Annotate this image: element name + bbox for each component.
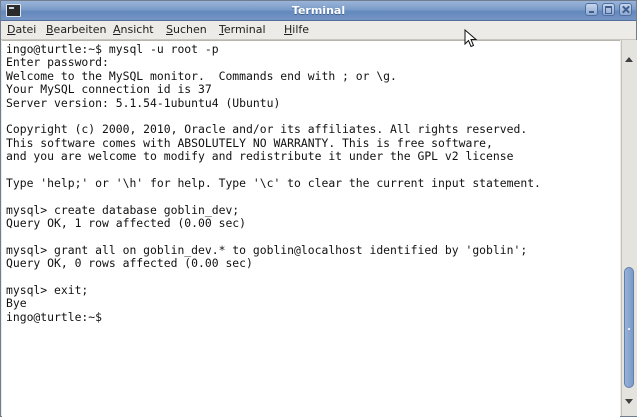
terminal-line: Welcome to the MySQL monitor. Commands e… (6, 68, 397, 83)
minimize-icon[interactable] (585, 3, 598, 16)
terminal-line: ingo@turtle:~$ (6, 309, 103, 324)
terminal-text: ingo@turtle:~$ mysql -u root -p Enter pas… (6, 42, 541, 324)
terminal-line: and you are welcome to modify and redist… (6, 149, 514, 164)
terminal-window: Terminal Datei Bearbeiten Ansicht Suchen… (0, 0, 637, 417)
terminal-line: Copyright (c) 2000, 2010, Oracle and/or … (6, 122, 528, 137)
menu-mnemonic: B (46, 23, 54, 36)
scrollbar-thumb[interactable] (624, 267, 634, 388)
terminal-line: Bye (6, 296, 27, 311)
scroll-down-arrow-icon[interactable] (624, 396, 634, 408)
terminal-output[interactable]: ingo@turtle:~$ mysql -u root -p Enter pas… (2, 40, 620, 417)
menu-terminal[interactable]: Terminal (219, 23, 266, 37)
vertical-scrollbar[interactable] (621, 40, 637, 416)
terminal-line: Query OK, 0 rows affected (0.00 sec) (6, 256, 253, 271)
menu-hilfe[interactable]: Hilfe (284, 23, 309, 37)
menu-bearbeiten[interactable]: Bearbeiten (46, 23, 106, 37)
menu-mnemonic: S (166, 23, 173, 36)
menu-datei[interactable]: Datei (7, 23, 36, 37)
menu-mnemonic: T (219, 23, 224, 36)
menu-mnemonic: D (7, 23, 16, 36)
terminal-line: mysql> exit; (6, 283, 89, 298)
terminal-line: mysql> grant all on goblin_dev.* to gobl… (6, 242, 528, 257)
title-bar[interactable]: Terminal (1, 1, 636, 21)
scroll-up-arrow-icon[interactable] (624, 54, 634, 66)
terminal-line: mysql> create database goblin_dev; (6, 202, 240, 217)
window-title: Terminal (291, 4, 346, 17)
maximize-icon[interactable] (602, 3, 615, 16)
menu-suchen[interactable]: Suchen (166, 23, 207, 37)
terminal-line: ingo@turtle:~$ mysql -u root -p (6, 42, 219, 56)
menu-mnemonic: A (113, 23, 121, 36)
terminal-line: Type 'help;' or '\h' for help. Type '\c'… (6, 175, 541, 190)
menu-bar: Datei Bearbeiten Ansicht Suchen Terminal… (1, 21, 636, 40)
terminal-line: Your MySQL connection id is 37 (6, 82, 212, 97)
menu-mnemonic: H (284, 23, 293, 36)
menu-ansicht[interactable]: Ansicht (113, 23, 154, 37)
mouse-pointer-icon (464, 29, 478, 48)
close-icon[interactable] (619, 3, 632, 16)
terminal-line: Query OK, 1 row affected (0.00 sec) (6, 216, 247, 231)
terminal-line: Enter password: (6, 55, 109, 70)
terminal-line: Server version: 5.1.54-1ubuntu4 (Ubuntu) (6, 95, 281, 110)
terminal-line: This software comes with ABSOLUTELY NO W… (6, 135, 493, 150)
